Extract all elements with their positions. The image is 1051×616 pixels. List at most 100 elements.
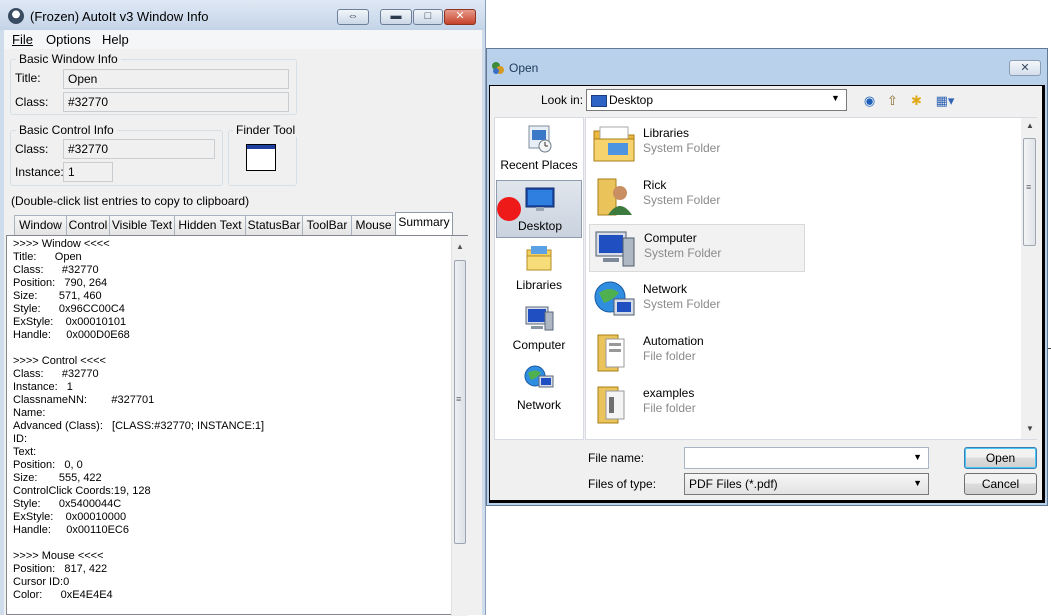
- file-list-scroll-thumb[interactable]: [1023, 138, 1036, 246]
- autoit-titlebar[interactable]: (Frozen) AutoIt v3 Window Info ⇔ ▬ □ ✕: [0, 0, 485, 30]
- folder-icon: [597, 386, 625, 424]
- place-label: Libraries: [515, 278, 563, 292]
- tab-control[interactable]: Control: [66, 215, 110, 235]
- tab-visible-text-label: Visible Text: [111, 218, 173, 232]
- menu-options-label: Options: [46, 32, 91, 47]
- minimize-button[interactable]: ▬: [380, 9, 412, 25]
- control-class-field[interactable]: #32770: [63, 139, 215, 159]
- place-label: Network: [516, 398, 561, 412]
- window-class-field[interactable]: #32770: [63, 92, 289, 112]
- up-folder-icon[interactable]: ⇧: [884, 92, 901, 109]
- tab-statusbar-label: StatusBar: [247, 218, 301, 232]
- tab-hidden-text[interactable]: Hidden Text: [174, 215, 246, 235]
- chevron-down-icon[interactable]: ▼: [913, 452, 922, 462]
- user-folder-icon: [597, 178, 632, 216]
- file-name: Network: [643, 282, 688, 296]
- cancel-button[interactable]: Cancel: [964, 473, 1037, 495]
- file-type-value: PDF Files (*.pdf): [689, 477, 778, 491]
- summary-text[interactable]: >>>> Window <<<< Title: Open Class: #327…: [13, 238, 443, 602]
- window-title-field[interactable]: Open: [63, 69, 289, 89]
- libraries-icon: [526, 246, 552, 271]
- network-icon: [524, 365, 554, 388]
- tab-window-label: Window: [19, 218, 62, 232]
- control-instance-field[interactable]: 1: [63, 162, 113, 182]
- maximize-button[interactable]: □: [413, 9, 443, 25]
- basic-control-info-label: Basic Control Info: [16, 123, 117, 137]
- menu-file-label: File: [12, 32, 33, 47]
- menu-options[interactable]: Options: [46, 32, 91, 47]
- file-name: Libraries: [643, 126, 690, 140]
- chevron-down-icon[interactable]: ▼: [831, 93, 840, 103]
- tab-visible-text[interactable]: Visible Text: [109, 215, 175, 235]
- swap-arrows-icon[interactable]: ⇔: [337, 9, 369, 25]
- scroll-up-arrow-icon[interactable]: ▲: [456, 242, 464, 251]
- copy-hint-text: (Double-click list entries to copy to cl…: [11, 194, 250, 208]
- back-icon[interactable]: ◉: [861, 92, 878, 109]
- open-dialog: Open ✕ Look in: Desktop ▼ ◉ ⇧ ✱ ▦▾ Recen…: [486, 48, 1048, 506]
- open-button[interactable]: Open: [964, 447, 1037, 469]
- file-type-select[interactable]: PDF Files (*.pdf) ▼: [684, 473, 929, 495]
- list-item[interactable]: Computer System Folder: [589, 224, 805, 272]
- menu-help[interactable]: Help: [102, 32, 129, 47]
- place-computer[interactable]: Computer: [496, 300, 582, 358]
- place-label: Desktop: [517, 219, 563, 233]
- network-icon: [594, 281, 635, 316]
- finder-tool-icon[interactable]: [246, 144, 276, 171]
- list-item[interactable]: Rick System Folder: [589, 172, 805, 220]
- file-name-label: File name:: [588, 451, 645, 465]
- open-dialog-close-button[interactable]: ✕: [1009, 60, 1041, 76]
- view-menu-icon[interactable]: ▦▾: [932, 92, 958, 109]
- file-name: Automation: [643, 334, 704, 348]
- list-item[interactable]: examples File folder: [589, 380, 805, 428]
- tab-window[interactable]: Window: [14, 215, 67, 235]
- file-type: System Folder: [644, 246, 722, 260]
- open-dialog-title: Open: [509, 61, 539, 75]
- tab-toolbar[interactable]: ToolBar: [302, 215, 352, 235]
- tab-control-label: Control: [68, 218, 108, 232]
- libraries-folder-icon: [593, 126, 635, 162]
- recent-places-icon: [528, 125, 552, 153]
- place-libraries[interactable]: Libraries: [496, 240, 582, 298]
- tab-summary[interactable]: Summary: [395, 212, 453, 236]
- scroll-up-arrow-icon[interactable]: ▲: [1026, 121, 1034, 130]
- window-title-label: Title:: [15, 71, 41, 85]
- place-network[interactable]: Network: [496, 360, 582, 418]
- file-type: File folder: [643, 401, 696, 415]
- control-class-label: Class:: [15, 142, 49, 156]
- file-list[interactable]: Libraries System Folder Rick System Fold…: [585, 117, 1038, 440]
- new-folder-icon[interactable]: ✱: [908, 92, 925, 109]
- file-type: File folder: [643, 349, 696, 363]
- look-in-label: Look in:: [541, 93, 584, 107]
- chevron-down-icon[interactable]: ▼: [913, 478, 922, 488]
- file-list-scrollbar[interactable]: ▲ ≡ ▼: [1021, 118, 1038, 439]
- folder-icon: [597, 334, 625, 372]
- control-instance-label: Instance:: [15, 165, 64, 179]
- file-name: Computer: [644, 231, 697, 245]
- place-label: Recent Places: [500, 158, 578, 172]
- list-item[interactable]: Automation File folder: [589, 328, 805, 376]
- tab-mouse[interactable]: Mouse: [351, 215, 396, 235]
- file-type: System Folder: [643, 141, 721, 155]
- scroll-down-arrow-icon[interactable]: ▼: [1026, 424, 1034, 433]
- place-label: Computer: [512, 338, 566, 352]
- menu-file[interactable]: File: [12, 32, 33, 47]
- list-item[interactable]: Libraries System Folder: [589, 120, 805, 168]
- computer-icon: [525, 306, 554, 331]
- open-dialog-client: Look in: Desktop ▼ ◉ ⇧ ✱ ▦▾ Recent Place…: [489, 85, 1045, 503]
- list-item[interactable]: Network System Folder: [589, 276, 805, 324]
- tab-summary-label: Summary: [398, 215, 450, 229]
- tab-statusbar[interactable]: StatusBar: [245, 215, 303, 235]
- place-recent-places[interactable]: Recent Places: [496, 120, 582, 178]
- tab-mouse-label: Mouse: [355, 218, 392, 232]
- menu-help-label: Help: [102, 32, 129, 47]
- look-in-combo[interactable]: Desktop ▼: [586, 89, 847, 111]
- summary-scrollbar[interactable]: ▲ ≡: [451, 236, 468, 616]
- open-button-label: Open: [985, 451, 1016, 465]
- look-in-value: Desktop: [609, 93, 654, 107]
- finder-tool-label: Finder Tool: [233, 123, 299, 137]
- summary-panel[interactable]: >>>> Window <<<< Title: Open Class: #327…: [6, 235, 468, 616]
- close-button[interactable]: ✕: [444, 9, 476, 25]
- menu-bar: File Options Help: [4, 30, 482, 49]
- file-name: Rick: [643, 178, 667, 192]
- file-name-input[interactable]: ▼: [684, 447, 929, 469]
